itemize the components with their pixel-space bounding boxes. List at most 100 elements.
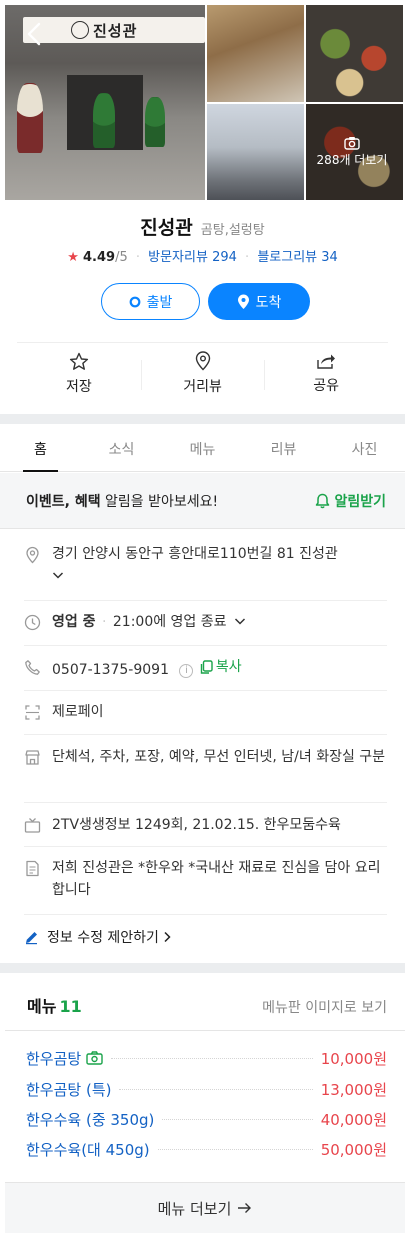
more-photos-overlay[interactable]: 288개 더보기 [307, 136, 397, 168]
description-text: 저희 진성관은 *한우와 *국내산 재료로 진심을 담아 요리합니다 [52, 860, 381, 898]
food-photo[interactable] [306, 5, 403, 102]
separator-dot: · [101, 614, 107, 630]
menu-item-name: 한우곰탕 [26, 1048, 103, 1069]
divider [24, 600, 387, 601]
share-button[interactable]: 공유 [264, 343, 388, 404]
flower-stand [17, 83, 43, 153]
more-menu-button[interactable]: 메뉴 더보기 [5, 1182, 405, 1233]
section-divider [0, 414, 405, 424]
menu-item[interactable]: 한우곰탕 10,000원 [26, 1046, 387, 1070]
tab-home[interactable]: 홈 [0, 425, 81, 472]
building-photo[interactable] [207, 103, 304, 200]
interior-photo[interactable] [207, 5, 304, 102]
pencil-icon [26, 931, 37, 944]
share-label: 공유 [313, 378, 340, 394]
edit-suggestion-link[interactable]: 정보 수정 제안하기 [24, 927, 171, 947]
tab-news[interactable]: 소식 [81, 425, 162, 471]
amenities-row: 단체석, 주차, 포장, 예약, 무선 인터넷, 남/녀 화장실 구분 [24, 746, 387, 768]
rating-max: /5 [115, 250, 128, 265]
star-icon: ★ [67, 250, 79, 265]
plant [93, 93, 115, 148]
more-photos-tile[interactable]: 288개 더보기 [306, 103, 403, 200]
tv-text: 2TV생생정보 1249회, 21.02.15. 한우모둠수육 [52, 817, 341, 833]
menu-item[interactable]: 한우곰탕 (특) 13,000원 [26, 1077, 387, 1101]
open-status: 영업 중 [52, 614, 96, 630]
camera-icon [344, 137, 360, 150]
closing-time: 21:00에 영업 종료 [112, 614, 227, 630]
back-arrow-icon[interactable] [27, 22, 41, 46]
info-icon[interactable]: i [179, 664, 194, 678]
camera-icon [86, 1051, 103, 1065]
document-icon [26, 860, 39, 877]
divider [24, 914, 387, 915]
payment-text: 제로페이 [52, 704, 104, 720]
hours-row[interactable]: 영업 중 · 21:00에 영업 종료 [24, 611, 387, 633]
event-text: 이벤트, 혜택 알림을 받아보세요! [26, 491, 218, 511]
location-icon [26, 546, 39, 564]
amenities-text: 단체석, 주차, 포장, 예약, 무선 인터넷, 남/녀 화장실 구분 [52, 749, 386, 765]
arrive-button[interactable]: 도착 [208, 283, 310, 320]
arrive-button-label: 도착 [255, 294, 282, 311]
clock-icon [24, 614, 41, 631]
more-photos-label: 288개 더보기 [316, 153, 388, 167]
menu-item-price: 13,000원 [320, 1080, 387, 1099]
save-button[interactable]: 저장 [17, 343, 141, 404]
tab-reviews[interactable]: 리뷰 [243, 425, 324, 471]
divider [24, 690, 387, 691]
menu-title-text: 메뉴 [27, 997, 57, 1016]
menu-item[interactable]: 한우수육 (중 350g) 40,000원 [26, 1107, 387, 1131]
chevron-right-icon [164, 931, 171, 943]
phone-icon [25, 660, 40, 675]
copy-icon [200, 660, 213, 674]
store-icon [25, 750, 40, 765]
divider [5, 1030, 405, 1031]
menu-dots [162, 1118, 313, 1120]
address-row[interactable]: 경기 안양시 동안구 흥안대로110번길 81 진성관 [24, 543, 387, 587]
notify-button[interactable]: 알림받기 [315, 491, 386, 511]
chevron-down-icon[interactable] [52, 570, 64, 580]
divider [24, 734, 387, 735]
copy-button[interactable]: 복사 [200, 656, 242, 678]
place-name: 진성관 [140, 217, 193, 239]
tab-menu[interactable]: 메뉴 [162, 425, 243, 471]
event-text-rest: 알림을 받아보세요! [100, 493, 219, 510]
edit-suggestion-label: 정보 수정 제안하기 [47, 930, 159, 946]
phone-row[interactable]: 0507-1375-9091 i 복사 [24, 656, 387, 681]
menu-item[interactable]: 한우수육(대 450g) 50,000원 [26, 1137, 387, 1161]
visitor-reviews-link[interactable]: 방문자리뷰 294 [148, 250, 237, 265]
chevron-down-icon[interactable] [234, 616, 246, 626]
rating-row: ★ 4.49/5 · 방문자리뷰 294 · 블로그리뷰 34 [0, 246, 405, 265]
menu-item-name-text: 한우곰탕 [26, 1049, 82, 1068]
blog-reviews-link[interactable]: 블로그리뷰 34 [257, 250, 337, 265]
utility-row: 저장 거리뷰 공유 [17, 342, 388, 404]
separator-dot: · [135, 250, 140, 265]
place-category: 곰탕,설렁탕 [200, 223, 265, 238]
storefront-photo[interactable]: 진성관 [5, 5, 205, 200]
menu-item-price: 40,000원 [320, 1110, 387, 1129]
menu-title: 메뉴 11 [27, 993, 82, 1017]
description-row: 저희 진성관은 *한우와 *국내산 재료로 진심을 담아 요리합니다 [24, 857, 387, 901]
tab-bar: 홈 소식 메뉴 리뷰 사진 [0, 425, 405, 472]
menu-dots [157, 1148, 313, 1150]
map-pin-outline-icon [195, 351, 210, 371]
arrow-right-icon [238, 1203, 252, 1213]
place-title: 진성관 곰탕,설렁탕 [0, 213, 405, 240]
street-view-button[interactable]: 거리뷰 [140, 343, 265, 404]
copy-label: 복사 [215, 659, 242, 675]
payment-row: 제로페이 [24, 701, 387, 723]
plant [145, 97, 165, 147]
photo-gallery[interactable]: 진성관 288개 더보기 [5, 5, 405, 200]
store-sign: 진성관 [23, 17, 205, 43]
address-text: 경기 안양시 동안구 흥안대로110번길 81 진성관 [52, 546, 338, 562]
bell-icon [316, 493, 330, 508]
notify-label: 알림받기 [334, 493, 386, 510]
event-banner: 이벤트, 혜택 알림을 받아보세요! 알림받기 [0, 473, 405, 529]
tv-row: 2TV생생정보 1249회, 21.02.15. 한우모둠수육 [24, 814, 387, 836]
scan-icon [25, 705, 40, 720]
tab-photos[interactable]: 사진 [324, 425, 405, 471]
store-sign-text: 진성관 [93, 21, 138, 40]
divider [24, 846, 387, 847]
start-button[interactable]: 출발 [101, 283, 200, 320]
street-view-label: 거리뷰 [183, 379, 222, 395]
menu-image-link[interactable]: 메뉴판 이미지로 보기 [262, 997, 387, 1017]
